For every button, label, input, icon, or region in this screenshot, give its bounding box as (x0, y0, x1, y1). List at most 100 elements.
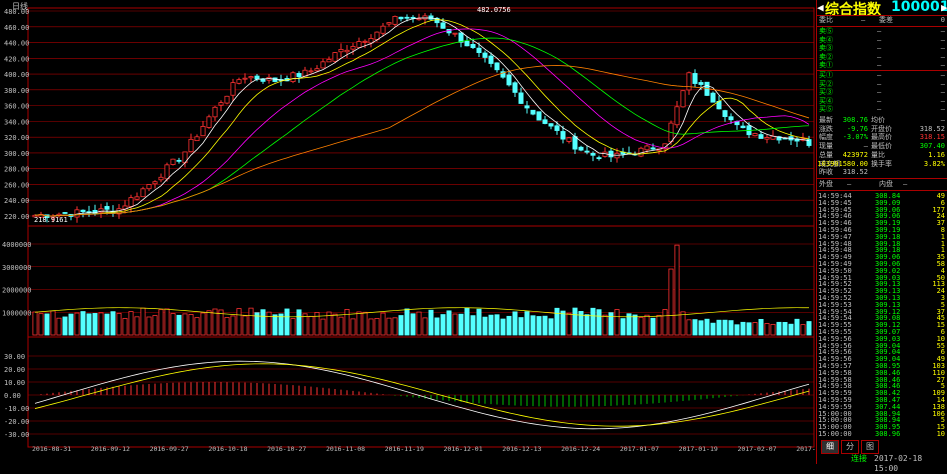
candle-body (254, 75, 260, 80)
volume-bar (356, 311, 362, 336)
candle-body (242, 77, 248, 80)
candle-body (194, 136, 200, 142)
candle-body (470, 44, 476, 49)
date-tick-label: 2016-12-13 (502, 445, 541, 453)
volume-bar (794, 318, 800, 336)
volume-bar (128, 311, 134, 336)
volume-bar (686, 319, 692, 336)
candle-body (608, 150, 614, 158)
candle-body (590, 152, 596, 156)
candle-body (482, 52, 488, 58)
kline-chart-area[interactable]: 480.00 460.00 440.00 420.00 400.00 380.00 360.… (0, 0, 835, 464)
tick-volume: 10 (936, 430, 945, 438)
tab-detail[interactable]: 细 (821, 440, 839, 454)
candle-body (338, 49, 344, 53)
candle-body (728, 116, 734, 121)
volume-bar (800, 324, 806, 336)
volume-bar (380, 312, 386, 336)
volume-bar (152, 315, 158, 336)
volume-bar (422, 317, 428, 336)
volume-bar (404, 308, 410, 336)
weicha-value: 0 (940, 16, 945, 24)
next-security-icon[interactable]: ▶ (941, 1, 947, 14)
tab-chart[interactable]: 图 (861, 440, 879, 454)
date-tick-label: 2016-12-24 (561, 445, 600, 453)
volume-bar (434, 317, 440, 336)
date-tick-label: 2016-12-01 (444, 445, 483, 453)
volume-bar (524, 311, 530, 336)
outer-volume-value: — (847, 180, 852, 188)
date-tick-label: 2017-02-18 (796, 445, 816, 453)
volume-bar (698, 320, 704, 336)
candle-body (314, 68, 320, 72)
volume-bar (170, 313, 176, 336)
candle-body (218, 102, 224, 106)
price-tick-label: 280.00 (4, 166, 29, 174)
volume-bar (788, 323, 794, 336)
candle-body (206, 116, 212, 128)
candle-body (542, 119, 548, 124)
volume-bar (644, 314, 650, 336)
stat-row: 最新 308.76 均价 — (817, 116, 947, 125)
date-tick-label: 2017-02-07 (737, 445, 776, 453)
volume-bar (266, 311, 272, 336)
price-tick-label: 220.00 (4, 213, 29, 221)
volume-bar (416, 311, 422, 336)
tick-time: 15:00:00 (818, 430, 852, 438)
volume-bar (188, 314, 194, 336)
date-tick-label: 2016-10-27 (267, 445, 306, 453)
volume-bar (410, 313, 416, 336)
price-tick-label: 320.00 (4, 134, 29, 142)
candle-body (236, 79, 242, 84)
tab-minute[interactable]: 分 (841, 440, 859, 454)
sell-level-row: 卖① — — (817, 61, 947, 70)
candle-body (362, 40, 368, 43)
panel-divider (817, 178, 947, 179)
volume-bar (134, 316, 140, 336)
candle-body (104, 206, 110, 210)
candle-body (512, 82, 518, 93)
volume-bar (566, 312, 572, 336)
volume-tick-label: 4000000 (2, 241, 32, 249)
candle-body (578, 146, 584, 151)
stat-value: — (940, 116, 945, 124)
volume-bar (344, 309, 350, 336)
stat-value: 318.15 (919, 133, 945, 142)
volume-bar (704, 318, 710, 336)
volume-bar (164, 308, 170, 336)
candle-body (680, 90, 686, 108)
volume-bar (104, 313, 110, 336)
volume-bar (680, 311, 686, 336)
candle-body (674, 106, 680, 126)
volume-bar (464, 307, 470, 336)
volume-bar (92, 313, 98, 336)
volume-bar (446, 310, 452, 336)
stat-row: 总量 423972 量比 1.16 (817, 151, 947, 160)
price-tick-label: 440.00 (4, 40, 29, 48)
stat-value: -9.76 (846, 124, 868, 133)
volume-bar (278, 313, 284, 336)
stat-row: 现量 — 最低价 307.40 (817, 142, 947, 151)
volume-bar (476, 308, 482, 336)
volume-bar (560, 310, 566, 336)
period-label[interactable]: 日线 (12, 1, 28, 12)
buy-price: — (877, 105, 882, 113)
volume-bar (620, 318, 626, 336)
candle-body (692, 73, 698, 84)
candle-body (140, 188, 146, 198)
candle-body (398, 16, 404, 20)
candle-body (560, 131, 566, 140)
prev-security-icon[interactable]: ◀ (817, 1, 824, 14)
candle-body (392, 16, 398, 25)
candle-body (386, 22, 392, 25)
candle-body (698, 82, 704, 85)
volume-bar (308, 315, 314, 336)
candle-body (476, 47, 482, 54)
stat-label: 最新 (819, 116, 833, 124)
stat-label: 现量 (819, 142, 833, 151)
volume-bar (206, 310, 212, 336)
chart-canvas[interactable]: 480.00460.00440.00420.00400.00380.00360.… (0, 0, 835, 464)
candle-body (158, 176, 164, 181)
macd-tick-label: 20.00 (4, 366, 25, 374)
volume-bar (542, 315, 548, 336)
